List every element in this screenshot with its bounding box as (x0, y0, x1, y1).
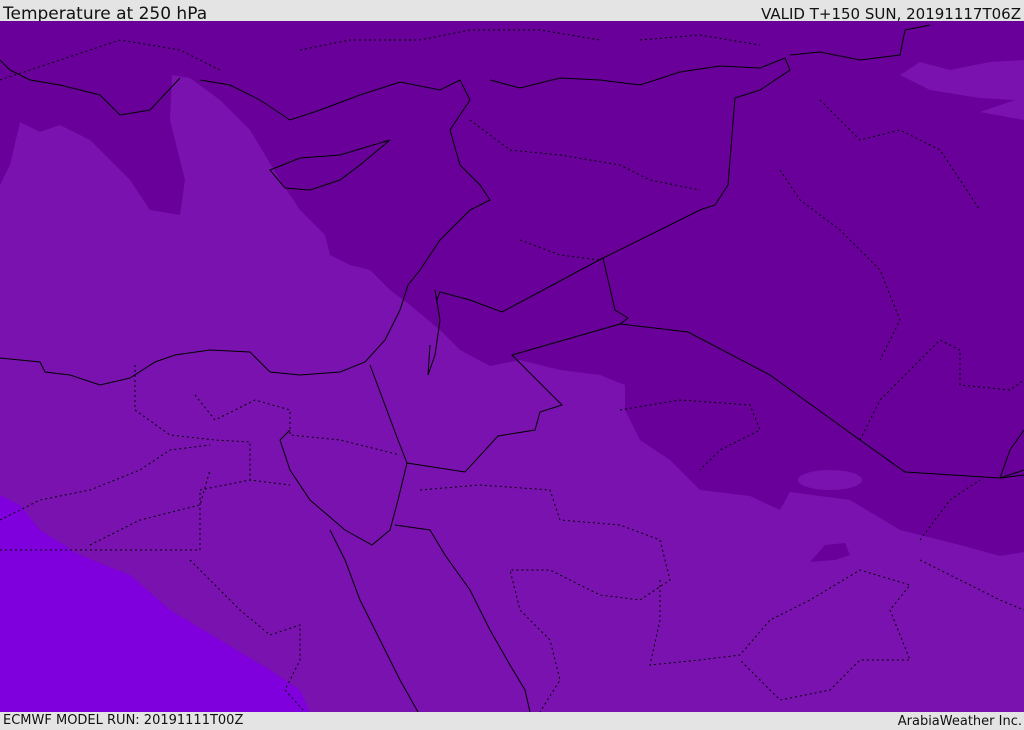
credit-label: ArabiaWeather Inc. (897, 714, 1022, 729)
footer-bar: ECMWF MODEL RUN: 20191111T00Z ArabiaWeat… (0, 712, 1024, 729)
header-bar: Temperature at 250 hPa VALID T+150 SUN, … (0, 0, 1024, 24)
model-run-label: ECMWF MODEL RUN: 20191111T00Z (3, 713, 244, 728)
temperature-map (0, 21, 1024, 712)
mid-band-patch (798, 470, 862, 490)
